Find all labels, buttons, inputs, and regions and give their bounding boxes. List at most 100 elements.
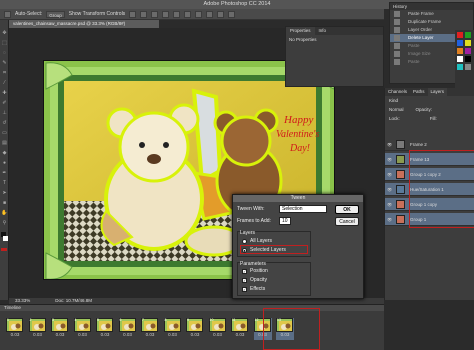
layers-group-label: Layers (240, 230, 256, 236)
timeline-frame[interactable]: 6 0.03 (118, 318, 137, 340)
quick-select-icon[interactable]: ✎ (1, 60, 8, 67)
swatch[interactable] (457, 56, 463, 62)
type-icon[interactable]: T (1, 180, 8, 187)
timeline-frame[interactable]: 5 0.03 (96, 318, 114, 340)
layer-filter[interactable]: Kind (385, 96, 474, 105)
tab-channels[interactable]: Channels (385, 88, 410, 96)
timeline-frame[interactable]: 1 0.03 (6, 318, 24, 340)
swatch[interactable] (457, 48, 463, 54)
distribute-h-icon[interactable] (206, 10, 214, 18)
frame-delay[interactable]: 0.03 (29, 332, 47, 337)
eye-icon[interactable]: 👁 (387, 202, 393, 207)
auto-align-icon[interactable] (217, 10, 225, 18)
tab-info[interactable]: Info (315, 27, 331, 35)
history-step-icon (394, 19, 400, 25)
eraser-icon[interactable]: ▭ (1, 130, 8, 137)
frame-delay[interactable]: 0.03 (209, 332, 227, 337)
marquee-icon[interactable]: ⬚ (1, 40, 8, 47)
swatch[interactable] (465, 56, 471, 62)
frame-delay[interactable]: 0.03 (164, 332, 182, 337)
dodge-icon[interactable]: ● (1, 160, 8, 167)
history-brush-icon[interactable]: ↺ (1, 120, 8, 127)
zoom-icon[interactable]: ⚲ (1, 220, 8, 227)
frame-delay[interactable]: 0.03 (51, 332, 69, 337)
timeline-frame[interactable]: 10 0.03 (208, 318, 227, 340)
kind-filter[interactable]: Kind (389, 98, 398, 103)
swatch[interactable] (457, 32, 463, 38)
opacity-checkbox[interactable]: ✓ (242, 278, 247, 283)
move-icon[interactable]: ✥ (1, 30, 8, 37)
history-item[interactable]: Paste Frame (390, 10, 473, 18)
swatch[interactable] (465, 32, 471, 38)
frame-delay[interactable]: 0.03 (74, 332, 92, 337)
all-layers-radio[interactable] (242, 239, 247, 244)
pen-icon[interactable]: ✒ (1, 170, 8, 177)
history-item[interactable]: Duplicate Frame (390, 18, 473, 26)
timeline-frame[interactable]: 4 0.03 (73, 318, 92, 340)
timeline-frame[interactable]: 8 0.03 (163, 318, 182, 340)
frame-delay[interactable]: 0.03 (6, 332, 24, 337)
align-middle-icon[interactable] (140, 10, 148, 18)
eye-icon[interactable]: 👁 (387, 217, 393, 222)
frame-delay[interactable]: 0.03 (186, 332, 204, 337)
stamp-icon[interactable]: ⊥ (1, 110, 8, 117)
swatch[interactable] (465, 48, 471, 54)
swatch[interactable] (457, 64, 463, 70)
align-bottom-icon[interactable] (151, 10, 159, 18)
tab-paths[interactable]: Paths (410, 88, 428, 96)
lasso-icon[interactable]: ◌ (1, 50, 8, 57)
frame-delay[interactable]: 0.03 (96, 332, 114, 337)
timeline-frame[interactable]: 7 0.03 (141, 318, 159, 340)
swatch[interactable] (457, 40, 463, 46)
frames-to-add-input[interactable]: 10 (279, 217, 291, 225)
show-transform-controls[interactable]: Show Transform Controls (69, 11, 125, 17)
swatch[interactable] (465, 40, 471, 46)
quick-mask-icon[interactable] (1, 248, 7, 251)
eye-icon[interactable]: 👁 (387, 172, 393, 177)
3d-mode-icon[interactable] (228, 10, 236, 18)
background-color[interactable] (3, 236, 8, 241)
blend-mode-dropdown[interactable]: Normal (389, 105, 404, 114)
align-left-icon[interactable] (162, 10, 170, 18)
eyedropper-icon[interactable]: ⁄ (1, 80, 8, 87)
timeline-frame[interactable]: 9 0.03 (186, 318, 204, 340)
align-right-icon[interactable] (184, 10, 192, 18)
dialog-title: Tween (233, 195, 363, 202)
gradient-icon[interactable]: ▤ (1, 140, 8, 147)
canvas-text-day: Day! (289, 143, 310, 154)
auto-select-dropdown[interactable]: Group (46, 10, 65, 18)
timeline-frame[interactable]: 2 0.03 (28, 318, 47, 340)
frame-number: 4 (74, 318, 77, 322)
frame-number: 9 (187, 318, 189, 322)
tween-with-select[interactable]: Selection (279, 205, 327, 213)
document-tab[interactable]: valentines_chainsaw_massacre.psd @ 33.3%… (9, 20, 159, 28)
move-tool-icon[interactable] (4, 10, 11, 18)
ok-button[interactable]: OK (335, 205, 359, 214)
history-item-label: Image Size (408, 51, 431, 56)
frame-delay[interactable]: 0.03 (141, 332, 159, 337)
swatch[interactable] (465, 64, 471, 70)
position-checkbox[interactable]: ✓ (242, 269, 247, 274)
align-center-icon[interactable] (173, 10, 181, 18)
tab-properties[interactable]: Properties (286, 27, 315, 35)
eye-icon[interactable]: 👁 (387, 187, 393, 192)
shape-icon[interactable]: ■ (1, 200, 8, 207)
crop-icon[interactable]: ⌗ (1, 70, 8, 77)
tab-layers[interactable]: Layers (427, 88, 448, 96)
layers-tabs: Channels Paths Layers (385, 88, 474, 96)
frame-delay[interactable]: 0.03 (231, 332, 249, 337)
eye-icon[interactable]: 👁 (387, 157, 393, 162)
effects-checkbox[interactable]: ✓ (242, 287, 247, 292)
eye-icon[interactable]: 👁 (387, 142, 393, 147)
frame-delay[interactable]: 0.03 (119, 332, 137, 337)
align-top-icon[interactable] (129, 10, 137, 18)
healing-icon[interactable]: ✚ (1, 90, 8, 97)
hand-icon[interactable]: ✋ (1, 210, 8, 217)
path-select-icon[interactable]: ➤ (1, 190, 8, 197)
distribute-icon[interactable] (195, 10, 203, 18)
timeline-frame[interactable]: 3 0.03 (51, 318, 69, 340)
blur-icon[interactable]: ◆ (1, 150, 8, 157)
timeline-frame[interactable]: 11 0.03 (231, 318, 249, 340)
cancel-button[interactable]: Cancel (335, 217, 359, 226)
brush-icon[interactable]: ✐ (1, 100, 8, 107)
